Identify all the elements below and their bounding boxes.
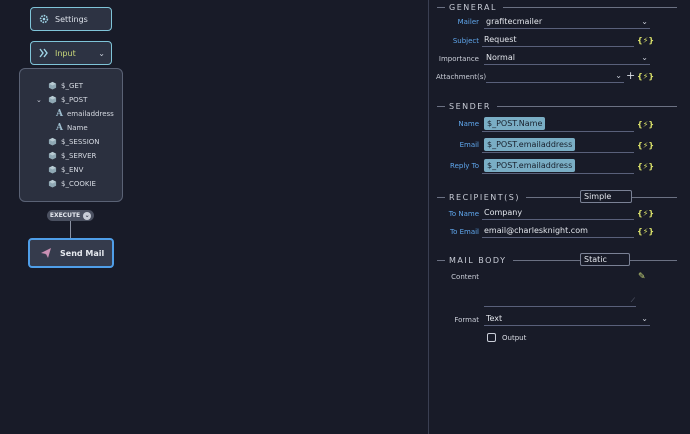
section-recipients-header: RECIPIENT(S)	[437, 193, 677, 202]
to-email-input[interactable]: email@charlesknight.com	[482, 224, 634, 238]
variable-label: $_POST	[61, 95, 88, 104]
section-title: RECIPIENT(S)	[449, 193, 520, 202]
section-sender-header: SENDER	[437, 102, 677, 111]
dynamic-data-icon[interactable]: {⚡}	[637, 36, 654, 45]
resize-handle-icon[interactable]: ⟋	[631, 297, 635, 305]
to-name-value: Company	[484, 208, 523, 217]
section-title: GENERAL	[449, 3, 497, 12]
variable-chip[interactable]: $_POST.emailaddress	[484, 137, 576, 151]
execute-button[interactable]: EXECUTE ⌄	[47, 210, 94, 221]
importance-value: Normal	[486, 53, 515, 62]
variable-emailaddress[interactable]: A emailaddress	[56, 109, 114, 119]
reply-to-input[interactable]: $_POST.emailaddress	[482, 157, 634, 174]
output-checkbox[interactable]	[487, 333, 496, 342]
cube-icon	[48, 151, 57, 160]
to-email-value: email@charlesknight.com	[484, 226, 588, 235]
variable-label: Name	[66, 124, 88, 132]
section-mail-body-header: MAIL BODY	[437, 256, 677, 265]
variable-label: $_COOKIE	[61, 179, 96, 188]
dynamic-data-icon[interactable]: {⚡}	[637, 120, 654, 129]
recipient-mode-toggle[interactable]: Simple	[580, 190, 632, 203]
chevron-down-icon[interactable]: ⌄	[36, 96, 44, 104]
dynamic-data-icon[interactable]: {⚡}	[637, 72, 654, 81]
add-icon[interactable]: +	[626, 69, 635, 82]
variable-label: $_ENV	[61, 165, 84, 174]
content-textarea[interactable]: ⟋	[484, 271, 636, 307]
attachments-select[interactable]: ⌄	[486, 69, 624, 83]
cube-icon	[48, 81, 57, 90]
format-label: Format	[454, 316, 479, 324]
mailer-label: Mailer	[457, 18, 479, 26]
to-name-input[interactable]: Company	[482, 206, 634, 220]
gear-icon	[39, 14, 49, 24]
dynamic-data-icon[interactable]: {⚡}	[637, 141, 654, 150]
settings-node-label: Settings	[55, 14, 88, 24]
cube-icon	[48, 165, 57, 174]
variable-label: $_GET	[61, 81, 84, 90]
variable-label: $_SERVER	[61, 151, 97, 160]
mailer-value: grafitecmailer	[486, 17, 543, 26]
cube-icon	[48, 179, 57, 188]
variable-chip[interactable]: $_POST.emailaddress	[484, 158, 576, 172]
chevron-down-icon[interactable]: ⌄	[83, 211, 92, 220]
section-general-header: GENERAL	[437, 3, 677, 12]
chevron-down-icon[interactable]: ⌄	[98, 49, 105, 58]
send-mail-node-label: Send Mail	[60, 248, 105, 258]
to-email-label: To Email	[449, 228, 479, 236]
variable-session[interactable]: $_SESSION	[48, 137, 100, 146]
paper-plane-icon	[41, 248, 51, 258]
variable-post[interactable]: ⌄ $_POST	[36, 95, 87, 104]
format-select[interactable]: Text ⌄	[484, 312, 650, 326]
variable-name[interactable]: A Name	[56, 123, 88, 133]
input-node[interactable]: Input ⌄	[30, 41, 112, 65]
variable-label: emailaddress	[66, 110, 114, 118]
variable-get[interactable]: $_GET	[48, 81, 83, 90]
cube-icon	[48, 137, 57, 146]
text-type-icon: A	[56, 109, 63, 119]
format-value: Text	[486, 314, 503, 323]
variable-chip[interactable]: $_POST.Name	[484, 116, 546, 130]
text-type-icon: A	[56, 123, 63, 133]
variable-label: $_SESSION	[61, 137, 100, 146]
sender-name-input[interactable]: $_POST.Name	[482, 115, 634, 132]
settings-node[interactable]: Settings	[30, 7, 112, 31]
input-node-label: Input	[55, 48, 76, 58]
pencil-icon[interactable]: ✎	[638, 272, 646, 282]
subject-input[interactable]: Request	[482, 33, 634, 47]
dynamic-data-icon[interactable]: {⚡}	[637, 227, 654, 236]
mail-body-mode-toggle[interactable]: Static	[580, 253, 630, 266]
subject-value: Request	[484, 35, 517, 44]
connector-line	[70, 221, 71, 238]
to-name-label: To Name	[448, 210, 479, 218]
chevron-down-icon: ⌄	[641, 53, 648, 62]
importance-select[interactable]: Normal ⌄	[484, 51, 650, 65]
chevron-down-icon: ⌄	[641, 17, 648, 26]
attachments-label: Attachment(s)	[436, 73, 487, 81]
chevron-down-icon: ⌄	[641, 314, 648, 323]
variable-env[interactable]: $_ENV	[48, 165, 83, 174]
section-title: SENDER	[449, 102, 491, 111]
variable-server[interactable]: $_SERVER	[48, 151, 96, 160]
sender-name-label: Name	[458, 120, 479, 128]
cube-icon	[48, 95, 57, 104]
send-mail-node[interactable]: Send Mail	[28, 238, 114, 268]
importance-label: Importance	[438, 55, 479, 63]
variable-cookie[interactable]: $_COOKIE	[48, 179, 96, 188]
sender-email-input[interactable]: $_POST.emailaddress	[482, 136, 634, 153]
execute-label: EXECUTE	[49, 212, 81, 219]
variables-panel: $_GET ⌄ $_POST A emailaddress A Name $_S…	[19, 68, 123, 202]
dynamic-data-icon[interactable]: {⚡}	[637, 162, 654, 171]
section-title: MAIL BODY	[449, 256, 507, 265]
chevron-down-icon: ⌄	[615, 71, 622, 80]
double-chevron-right-icon	[39, 48, 48, 58]
sender-email-label: Email	[459, 141, 479, 149]
output-label: Output	[502, 334, 527, 342]
subject-label: Subject	[452, 37, 479, 45]
reply-to-label: Reply To	[450, 162, 479, 170]
mailer-select[interactable]: grafitecmailer ⌄	[484, 15, 650, 29]
properties-panel: GENERAL Mailer grafitecmailer ⌄ Subject …	[429, 0, 690, 434]
content-label: Content	[451, 273, 479, 281]
dynamic-data-icon[interactable]: {⚡}	[637, 209, 654, 218]
